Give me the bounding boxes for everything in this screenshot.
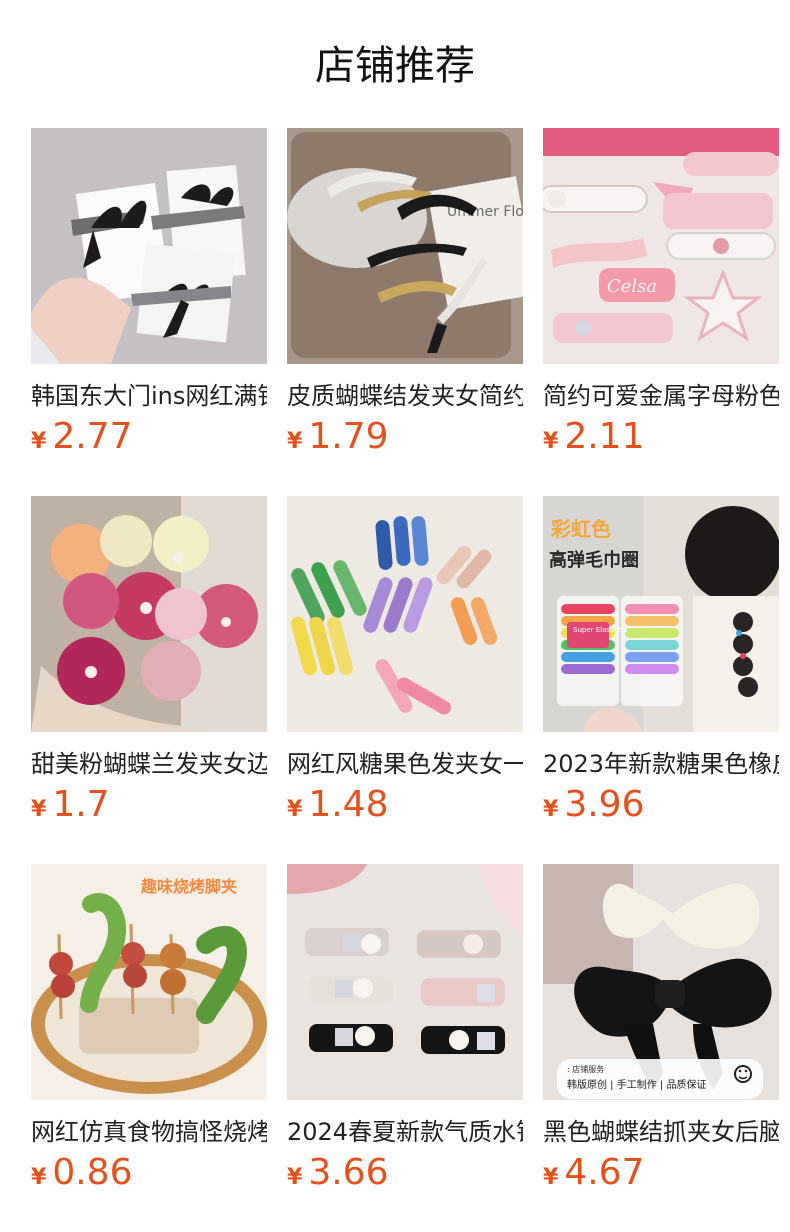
currency-symbol: ¥ [31,429,47,454]
product-name[interactable]: 韩国东大门ins网红满钻丝绒蝴蝶结发夹 [31,380,267,412]
product-name[interactable]: 黑色蝴蝶结抓夹女后脑勺 [543,1116,779,1148]
currency-symbol: ¥ [287,1165,303,1190]
product-image[interactable]: 彩虹色 高弹毛巾圈 Super Elasticity [543,496,779,732]
product-name[interactable]: 网红风糖果色发夹女一字夹 [287,748,523,780]
price-amount: 2.11 [564,416,645,457]
product-price: ¥3.96 [543,784,644,826]
price-amount: 1.79 [308,416,389,457]
product-name[interactable]: 甜美粉蝴蝶兰发夹女边夹 [31,748,267,780]
product-image[interactable] [287,864,523,1100]
currency-symbol: ¥ [287,797,303,822]
product-image[interactable] [31,496,267,732]
price-amount: 3.96 [564,784,645,825]
page-title: 店铺推荐 [315,43,475,89]
currency-symbol: ¥ [543,1165,559,1190]
product-price: ¥4.67 [543,1152,644,1194]
product-photo-pink-letter-clips: Celsa [543,128,779,364]
product-price: ¥1.48 [287,784,388,826]
product-name[interactable]: 网红仿真食物搞怪烧烤发夹 [31,1116,267,1148]
product-price: ¥2.11 [543,416,644,458]
product-price: ¥0.86 [31,1152,132,1194]
currency-symbol: ¥ [543,797,559,822]
product-image[interactable]: Celsa [543,128,779,364]
currency-symbol: ¥ [31,1165,47,1190]
product-name[interactable]: 简约可爱金属字母粉色发夹 [543,380,779,412]
product-name[interactable]: 2024春夏新款气质水钻珍珠发夹 [287,1116,523,1148]
product-image[interactable] [31,128,267,364]
product-photo-pearl-clips [287,864,523,1100]
product-photo-black-bow-claw: : 店铺服务 韩版原创 | 手工制作 | 品质保证 [543,864,779,1100]
image-footer-line1: : 店铺服务 [567,1064,604,1074]
image-badge-line2: 高弹毛巾圈 [549,549,639,571]
product-name[interactable]: 皮质蝴蝶结发夹女简约气质边夹 [287,380,523,412]
product-price: ¥1.7 [31,784,110,826]
product-name[interactable]: 2023年新款糖果色橡皮筋 [543,748,779,780]
image-footer-line2: 韩版原创 | 手工制作 | 品质保证 [567,1078,706,1091]
product-image[interactable]: Ummer Flo [287,128,523,364]
price-amount: 1.48 [308,784,389,825]
price-amount: 0.86 [52,1152,133,1193]
product-image[interactable]: 趣味烧烤脚夹 [31,864,267,1100]
image-banner: 趣味烧烤脚夹 [140,877,237,896]
product-price: ¥2.77 [31,416,132,458]
price-amount: 2.77 [52,416,133,457]
currency-symbol: ¥ [287,429,303,454]
product-photo-bbq-clips: 趣味烧烤脚夹 [31,864,267,1100]
currency-symbol: ¥ [31,797,47,822]
price-amount: 3.66 [308,1152,389,1193]
image-badge-line1: 彩虹色 [550,517,611,541]
product-image[interactable]: : 店铺服务 韩版原创 | 手工制作 | 品质保证 [543,864,779,1100]
image-caption: Celsa [607,276,657,297]
product-price: ¥1.79 [287,416,388,458]
product-photo-candy-clips [287,496,523,732]
product-photo-bow-clips [31,128,267,364]
currency-symbol: ¥ [543,429,559,454]
product-image[interactable] [287,496,523,732]
image-pack-label: Super Elasticity [573,626,627,634]
product-photo-orchid-clips [31,496,267,732]
price-amount: 1.7 [52,784,110,825]
product-photo-rainbow-hair-ties: 彩虹色 高弹毛巾圈 Super Elasticity [543,496,779,732]
price-amount: 4.67 [564,1152,645,1193]
product-photo-leather-bows: Ummer Flo [287,128,523,364]
product-price: ¥3.66 [287,1152,388,1194]
